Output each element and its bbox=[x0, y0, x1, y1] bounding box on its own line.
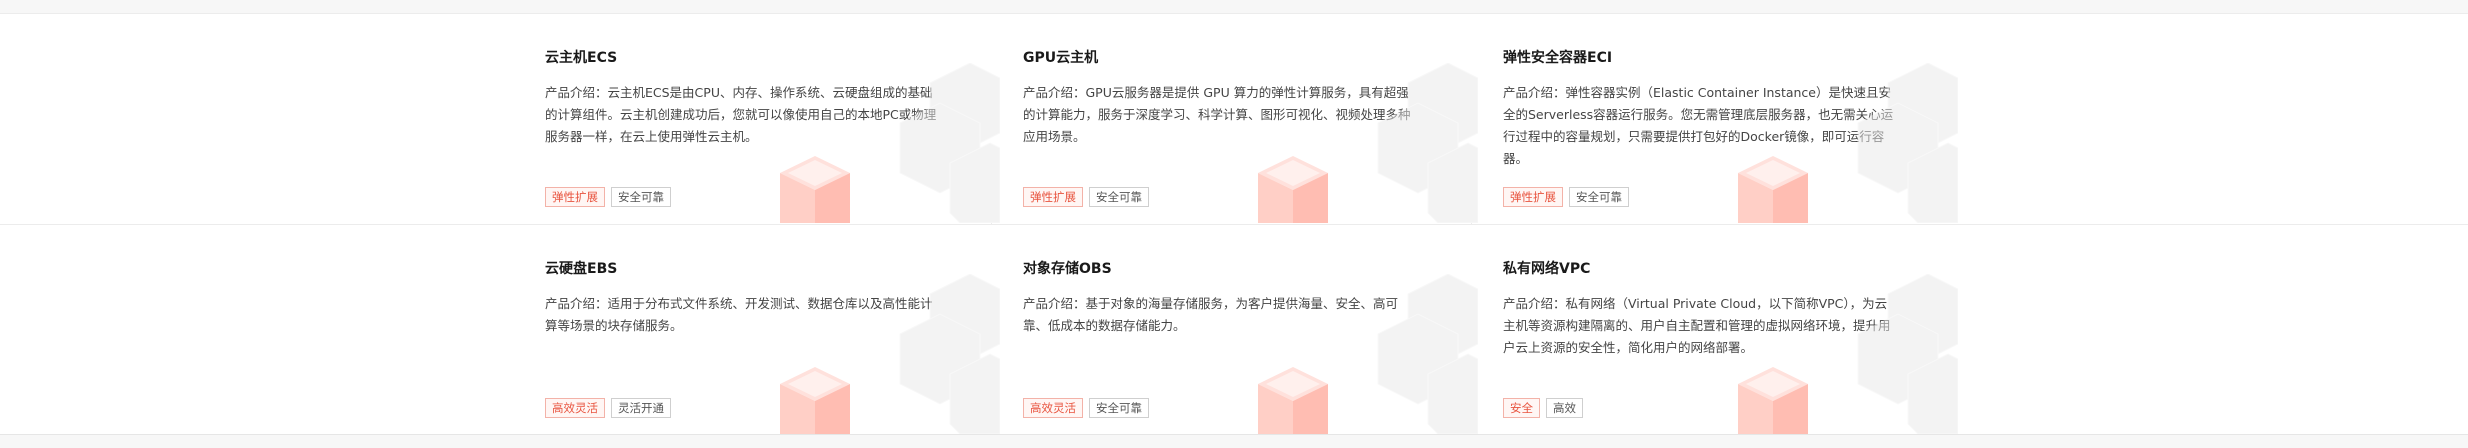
card-tag: 高效灵活 bbox=[1023, 398, 1083, 418]
card-title: 对象存储OBS bbox=[1023, 261, 1112, 277]
card-tag: 高效灵活 bbox=[545, 398, 605, 418]
card-description: 产品介绍：弹性容器实例（Elastic Container Instance）是… bbox=[1503, 85, 1894, 166]
card-tag: 安全可靠 bbox=[611, 187, 671, 207]
product-card-vpc[interactable]: 私有网络VPC 产品介绍：私有网络（Virtual Private Cloud，… bbox=[1480, 225, 1958, 434]
card-tag: 安全可靠 bbox=[1569, 187, 1629, 207]
card-tag: 高效 bbox=[1546, 398, 1583, 418]
card-tag: 弹性扩展 bbox=[545, 187, 605, 207]
card-tag: 安全 bbox=[1503, 398, 1540, 418]
card-description: 产品介绍：GPU云服务器是提供 GPU 算力的弹性计算服务，具有超强的计算能力，… bbox=[1023, 85, 1411, 144]
card-description: 产品介绍：私有网络（Virtual Private Cloud，以下简称VPC）… bbox=[1503, 296, 1891, 355]
bottom-section-edge bbox=[0, 434, 2468, 448]
card-tags: 安全 高效 bbox=[1503, 398, 1583, 418]
card-tag: 弹性扩展 bbox=[1023, 187, 1083, 207]
card-tags: 弹性扩展 安全可靠 bbox=[545, 187, 671, 207]
card-tags: 高效灵活 灵活开通 bbox=[545, 398, 671, 418]
card-tag: 安全可靠 bbox=[1089, 187, 1149, 207]
card-description: 产品介绍：基于对象的海量存储服务，为客户提供海量、安全、高可靠、低成本的数据存储… bbox=[1023, 296, 1399, 333]
card-tag: 安全可靠 bbox=[1089, 398, 1149, 418]
card-title: 私有网络VPC bbox=[1503, 261, 1591, 277]
card-tags: 高效灵活 安全可靠 bbox=[1023, 398, 1149, 418]
product-card-obs[interactable]: 对象存储OBS 产品介绍：基于对象的海量存储服务，为客户提供海量、安全、高可靠、… bbox=[1000, 225, 1478, 434]
card-tag: 弹性扩展 bbox=[1503, 187, 1563, 207]
top-section-edge bbox=[0, 0, 2468, 14]
card-title: 云硬盘EBS bbox=[545, 261, 618, 277]
card-title: 云主机ECS bbox=[545, 50, 618, 66]
product-card-eci[interactable]: 弹性安全容器ECI 产品介绍：弹性容器实例（Elastic Container … bbox=[1480, 14, 1958, 223]
card-title: GPU云主机 bbox=[1023, 50, 1099, 66]
card-tags: 弹性扩展 安全可靠 bbox=[1503, 187, 1629, 207]
product-card-ecs[interactable]: 云主机ECS 产品介绍：云主机ECS是由CPU、内存、操作系统、云硬盘组成的基础… bbox=[522, 14, 1000, 223]
card-description: 产品介绍：云主机ECS是由CPU、内存、操作系统、云硬盘组成的基础的计算组件。云… bbox=[545, 85, 937, 144]
product-card-ebs[interactable]: 云硬盘EBS 产品介绍：适用于分布式文件系统、开发测试、数据仓库以及高性能计算等… bbox=[522, 225, 1000, 434]
card-tag: 灵活开通 bbox=[611, 398, 671, 418]
card-title: 弹性安全容器ECI bbox=[1503, 50, 1613, 66]
card-tags: 弹性扩展 安全可靠 bbox=[1023, 187, 1149, 207]
card-description: 产品介绍：适用于分布式文件系统、开发测试、数据仓库以及高性能计算等场景的块存储服… bbox=[545, 296, 933, 333]
product-card-gpu[interactable]: GPU云主机 产品介绍：GPU云服务器是提供 GPU 算力的弹性计算服务，具有超… bbox=[1000, 14, 1478, 223]
